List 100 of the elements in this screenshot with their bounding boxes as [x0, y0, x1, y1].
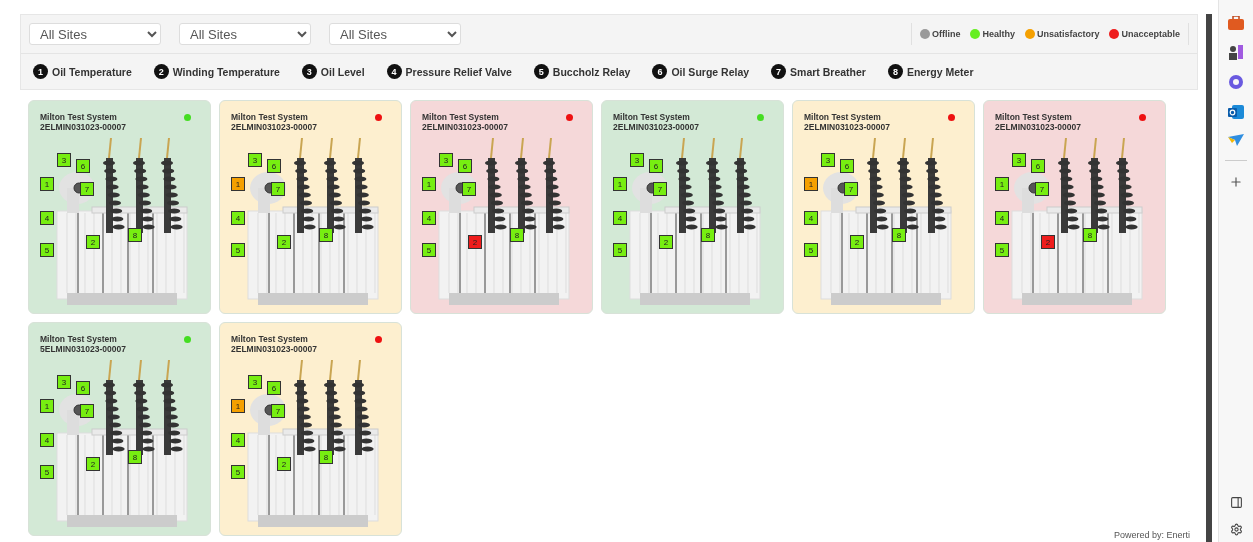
sensor-marker[interactable]: 7	[462, 182, 476, 196]
card-title: Milton Test System 2ELMIN031023-00007	[231, 334, 317, 354]
sensor-marker[interactable]: 3	[821, 153, 835, 167]
copilot-icon[interactable]	[1228, 74, 1244, 90]
sensor-marker[interactable]: 6	[840, 159, 854, 173]
sensor-marker[interactable]: 7	[1035, 182, 1049, 196]
legend-label: Healthy	[982, 29, 1015, 39]
sensor-marker[interactable]: 3	[630, 153, 644, 167]
sensor-marker[interactable]: 2	[1041, 235, 1055, 249]
panel-icon[interactable]	[1229, 496, 1243, 509]
transformer-card[interactable]: Milton Test System 2ELMIN031023-00007 1 2 3 4 5 6 7 8	[28, 100, 211, 314]
sensor-marker[interactable]: 1	[231, 399, 245, 413]
sensor-number: 8	[887, 64, 903, 79]
legend-label: Unsatisfactory	[1036, 29, 1100, 39]
add-icon[interactable]	[1229, 175, 1243, 189]
sensor-marker[interactable]: 7	[80, 182, 94, 196]
sensor-marker[interactable]: 7	[271, 182, 285, 196]
sensor-marker[interactable]: 8	[892, 228, 906, 242]
transformer-card[interactable]: Milton Test System 2ELMIN031023-00007 1 2 3 4 5 6 7 8	[792, 100, 975, 314]
sensor-marker[interactable]: 1	[613, 177, 627, 191]
sensor-marker[interactable]: 1	[40, 399, 54, 413]
sensor-marker[interactable]: 5	[804, 243, 818, 257]
sensor-marker[interactable]: 2	[468, 235, 482, 249]
sensor-marker[interactable]: 6	[267, 381, 281, 395]
toolbox-icon[interactable]	[1228, 16, 1244, 30]
sensor-marker[interactable]: 5	[422, 243, 436, 257]
sensor-marker[interactable]: 6	[267, 159, 281, 173]
sensor-marker[interactable]: 5	[40, 465, 54, 479]
sensor-marker[interactable]: 1	[231, 177, 245, 191]
legend-label: Offline	[931, 29, 961, 39]
sensor-marker[interactable]: 6	[76, 381, 90, 395]
sensor-marker[interactable]: 7	[271, 404, 285, 418]
sensor-marker[interactable]: 1	[804, 177, 818, 191]
card-title: Milton Test System 2ELMIN031023-00007	[231, 112, 317, 132]
sensor-marker[interactable]: 8	[319, 450, 333, 464]
sensor-marker[interactable]: 8	[1083, 228, 1097, 242]
transformer-card[interactable]: Milton Test System 2ELMIN031023-00007 1 2 3 4 5 6 7 8	[601, 100, 784, 314]
sensor-marker[interactable]: 4	[40, 433, 54, 447]
transformer-card[interactable]: Milton Test System 5ELMIN031023-00007 1 2 3 4 5 6 7 8	[28, 322, 211, 536]
sensor-marker[interactable]: 4	[40, 211, 54, 225]
sensor-label: Smart Breather	[790, 65, 866, 78]
sensor-marker[interactable]: 8	[701, 228, 715, 242]
sensor-marker[interactable]: 2	[277, 235, 291, 249]
sensor-marker[interactable]: 4	[231, 211, 245, 225]
transformer-card[interactable]: Milton Test System 2ELMIN031023-00007 1 2 3 4 5 6 7 8	[410, 100, 593, 314]
sensor-marker[interactable]: 3	[248, 153, 262, 167]
card-title: Milton Test System 2ELMIN031023-00007	[804, 112, 890, 132]
sensor-marker[interactable]: 7	[653, 182, 667, 196]
card-title: Milton Test System 2ELMIN031023-00007	[613, 112, 699, 132]
sensor-marker[interactable]: 3	[57, 153, 71, 167]
sensor-marker[interactable]: 3	[57, 375, 71, 389]
sensor-marker[interactable]: 5	[613, 243, 627, 257]
sensor-marker[interactable]: 5	[995, 243, 1009, 257]
transformer-card[interactable]: Milton Test System 2ELMIN031023-00007 1 2 3 4 5 6 7 8	[219, 322, 402, 536]
sensor-marker[interactable]: 6	[649, 159, 663, 173]
sensor-marker[interactable]: 7	[844, 182, 858, 196]
sensor-marker[interactable]: 2	[659, 235, 673, 249]
sensor-marker[interactable]: 8	[319, 228, 333, 242]
sensor-marker[interactable]: 6	[458, 159, 472, 173]
sensor-marker[interactable]: 4	[995, 211, 1009, 225]
site-dropdown[interactable]: All Sites	[179, 23, 311, 45]
sensor-marker[interactable]: 1	[40, 177, 54, 191]
sensor-label: Oil Temperature	[52, 65, 132, 78]
sensor-marker[interactable]: 5	[231, 243, 245, 257]
sensor-marker[interactable]: 6	[1031, 159, 1045, 173]
chess-pieces-icon[interactable]	[1228, 44, 1244, 60]
sensor-marker[interactable]: 4	[231, 433, 245, 447]
site-dropdown[interactable]: All Sites	[29, 23, 161, 45]
sensor-marker[interactable]: 1	[422, 177, 436, 191]
mail-icon[interactable]	[1228, 104, 1244, 120]
sensor-marker[interactable]: 5	[231, 465, 245, 479]
sensor-marker[interactable]: 3	[1012, 153, 1026, 167]
sensor-marker[interactable]: 2	[86, 235, 100, 249]
sensor-marker[interactable]: 4	[804, 211, 818, 225]
sensor-marker[interactable]: 6	[76, 159, 90, 173]
sensor-label: Pressure Relief Valve	[405, 65, 512, 78]
sensor-marker[interactable]: 5	[40, 243, 54, 257]
sensor-marker[interactable]: 7	[80, 404, 94, 418]
sensor-marker[interactable]: 2	[277, 457, 291, 471]
sensor-marker[interactable]: 3	[439, 153, 453, 167]
sensor-marker[interactable]: 8	[128, 450, 142, 464]
sensor-marker[interactable]: 4	[613, 211, 627, 225]
sensor-marker[interactable]: 2	[86, 457, 100, 471]
card-title: Milton Test System 5ELMIN031023-00007	[40, 334, 126, 354]
sensor-marker[interactable]: 2	[850, 235, 864, 249]
card-title: Milton Test System 2ELMIN031023-00007	[422, 112, 508, 132]
sensor-number: 6	[652, 64, 668, 79]
settings-icon[interactable]	[1229, 523, 1243, 536]
send-icon[interactable]	[1228, 134, 1244, 146]
sensor-marker[interactable]: 1	[995, 177, 1009, 191]
sensor-label: Oil Level	[320, 65, 365, 78]
site-dropdown[interactable]: All Sites	[329, 23, 461, 45]
sensor-marker[interactable]: 3	[248, 375, 262, 389]
sensor-marker[interactable]: 8	[510, 228, 524, 242]
sensor-marker[interactable]: 8	[128, 228, 142, 242]
transformer-card[interactable]: Milton Test System 2ELMIN031023-00007 1 2 3 4 5 6 7 8	[219, 100, 402, 314]
sensor-label: Oil Surge Relay	[671, 65, 750, 78]
legend-label: Unacceptable	[1121, 29, 1180, 39]
transformer-card[interactable]: Milton Test System 2ELMIN031023-00007 1 2 3 4 5 6 7 8	[983, 100, 1166, 314]
sensor-marker[interactable]: 4	[422, 211, 436, 225]
